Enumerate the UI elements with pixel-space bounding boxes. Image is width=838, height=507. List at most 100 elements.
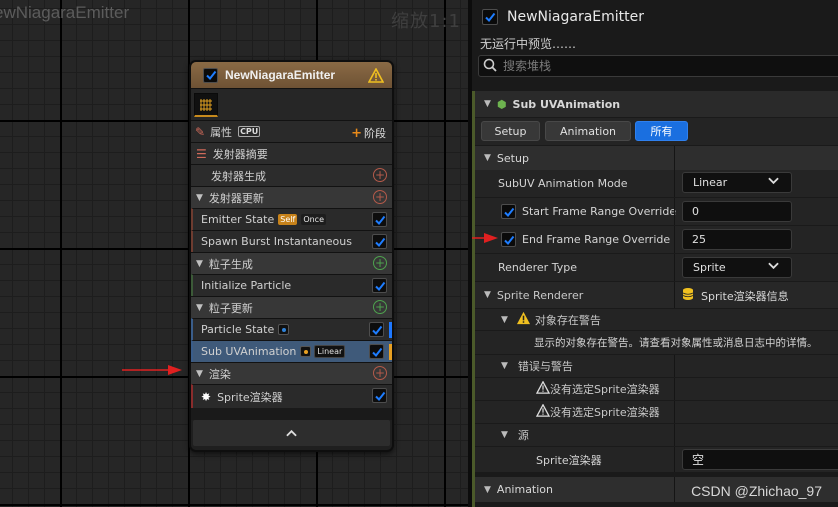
error-text: 没有选定Sprite渲染器 (550, 383, 660, 396)
emitter-state-checkbox[interactable] (372, 212, 387, 227)
stack-search-box[interactable] (478, 55, 838, 77)
end-override-input[interactable]: 25 (682, 229, 792, 250)
end-override-checkbox[interactable] (501, 232, 516, 247)
warning-icon[interactable] (368, 67, 384, 83)
details-title: NewNiagaraEmitter (507, 9, 644, 25)
spawn-burst-checkbox[interactable] (372, 234, 387, 249)
subuv-mode-row: SubUV Animation Mode Linear (475, 170, 838, 197)
sub-uv-checkbox[interactable] (369, 344, 384, 359)
particle-update-section[interactable]: ▼ 粒子更新 + (191, 296, 392, 318)
emitter-node[interactable]: NewNiagaraEmitter ✎ 属性 CPU + 阶段 ☰ 发射器摘要 发… (189, 60, 394, 452)
list-icon: ☰ (196, 146, 207, 161)
emitter-state-label: Emitter State (201, 213, 275, 226)
emitter-spawn-row[interactable]: 发射器生成 + (191, 164, 392, 186)
emitter-state-module[interactable]: Emitter State Self Once (191, 208, 392, 230)
warning-icon (516, 311, 531, 328)
particle-update-label: 粒子更新 (208, 301, 253, 315)
renderer-type-label: Renderer Type (498, 261, 577, 274)
sprite-source-label: Sprite渲染器 (536, 453, 602, 467)
start-override-input[interactable]: 0 (682, 201, 792, 222)
object-warning-row[interactable]: ▼ 对象存在警告 (475, 309, 838, 330)
linear-tag: Linear (314, 345, 346, 358)
once-tag: Once (301, 214, 326, 225)
error-text: 没有选定Sprite渲染器 (550, 406, 660, 419)
module-icon: ⬢ (496, 97, 507, 111)
red-arrow-icon (472, 233, 498, 243)
renderer-type-dropdown[interactable]: Sprite (682, 257, 792, 278)
watermark: CSDN @Zhichao_97 (691, 483, 822, 499)
tab-all[interactable]: 所有 (635, 121, 688, 141)
particle-state-checkbox[interactable] (369, 322, 384, 337)
sprite-renderer-row[interactable]: ▼ Sprite Renderer Sprite渲染器信息 (475, 282, 838, 308)
sprite-burst-icon: ✸ (201, 389, 212, 404)
renderer-type-value: Sprite (693, 261, 726, 274)
add-particle-update-icon[interactable]: + (373, 300, 387, 314)
start-override-checkbox[interactable] (501, 204, 516, 219)
search-input[interactable] (503, 59, 803, 73)
self-tag: Self (278, 214, 298, 225)
attributes-row[interactable]: ✎ 属性 CPU + 阶段 (191, 120, 392, 142)
collapse-arrow-icon[interactable]: ▼ (501, 315, 508, 325)
collapse-arrow-icon[interactable]: ▼ (484, 290, 491, 300)
collapse-arrow-icon[interactable]: ▼ (484, 153, 491, 163)
renderer-type-row: Renderer Type Sprite (475, 254, 838, 281)
collapse-arrow-icon[interactable]: ▼ (196, 193, 203, 203)
particle-state-module[interactable]: Particle State (191, 318, 392, 340)
sprite-renderer-checkbox[interactable] (372, 388, 387, 403)
subuv-mode-label: SubUV Animation Mode (498, 177, 628, 190)
add-particle-spawn-icon[interactable]: + (373, 256, 387, 270)
particle-spawn-section[interactable]: ▼ 粒子生成 + (191, 252, 392, 274)
database-icon (682, 287, 694, 304)
end-override-label: End Frame Range Override (522, 233, 671, 246)
end-override-row: End Frame Range Override 25 (475, 226, 838, 253)
object-warning-label: 对象存在警告 (534, 313, 601, 327)
setup-category[interactable]: ▼ Setup (475, 146, 838, 170)
start-override-label: Start Frame Range Override (522, 205, 677, 218)
cpu-badge: CPU (238, 126, 261, 137)
node-footer (191, 420, 392, 450)
errors-warnings-row[interactable]: ▼ 错误与警告 (475, 355, 838, 377)
emitter-thumbnail[interactable] (194, 93, 218, 117)
node-thumbnail-row (191, 88, 392, 120)
emitter-summary-row[interactable]: ☰ 发射器摘要 (191, 142, 392, 164)
subuv-mode-value: Linear (693, 176, 728, 189)
tab-setup[interactable]: Setup (481, 121, 540, 141)
emitter-enable-checkbox[interactable] (203, 67, 218, 83)
subuv-mode-dropdown[interactable]: Linear (682, 172, 792, 193)
plus-icon: + (351, 126, 362, 141)
details-panel: NewNiagaraEmitter 无运行中预览…… ▼ ⬢ Sub UVAni… (472, 0, 838, 507)
sprite-source-field[interactable]: 空 (682, 449, 838, 470)
add-stage-button[interactable]: + 阶段 (351, 125, 386, 141)
collapse-node-button[interactable] (193, 420, 390, 446)
add-emitter-spawn-icon[interactable]: + (373, 168, 387, 182)
initialize-particle-module[interactable]: Initialize Particle (191, 274, 392, 296)
add-emitter-update-icon[interactable]: + (373, 190, 387, 204)
initialize-particle-checkbox[interactable] (372, 278, 387, 293)
emitter-summary-label: 发射器摘要 (212, 147, 268, 161)
module-header[interactable]: ▼ ⬢ Sub UVAnimation (475, 91, 838, 117)
collapse-arrow-icon[interactable]: ▼ (196, 369, 203, 379)
details-enable-checkbox[interactable] (482, 9, 498, 25)
source-row[interactable]: ▼ 源 (475, 424, 838, 446)
tab-animation[interactable]: Animation (545, 121, 631, 141)
sprite-renderer-info: Sprite渲染器信息 (701, 289, 789, 303)
collapse-arrow-icon[interactable]: ▼ (196, 303, 203, 313)
object-warning-text-row: 显示的对象存在警告。请查看对象属性或消息日志中的详情。 (475, 331, 838, 354)
sub-uv-animation-module[interactable]: Sub UVAnimation Linear (191, 340, 392, 362)
zoom-level: 缩放1:1 (391, 11, 461, 32)
node-header[interactable]: NewNiagaraEmitter (191, 62, 392, 88)
particle-state-highlight-bar (389, 322, 392, 338)
emitter-update-section[interactable]: ▼ 发射器更新 + (191, 186, 392, 208)
spawn-burst-module[interactable]: Spawn Burst Instantaneous (191, 230, 392, 252)
chevron-up-icon (286, 426, 297, 440)
collapse-arrow-icon[interactable]: ▼ (501, 361, 508, 371)
collapse-arrow-icon[interactable]: ▼ (501, 430, 508, 440)
graph-canvas[interactable]: ewNiagaraEmitter 缩放1:1 NewNiagaraEmitter… (0, 0, 468, 507)
animation-category-label: Animation (496, 483, 554, 496)
add-renderer-icon[interactable]: + (373, 366, 387, 380)
collapse-arrow-icon[interactable]: ▼ (484, 485, 491, 495)
collapse-arrow-icon[interactable]: ▼ (196, 259, 203, 269)
render-section[interactable]: ▼ 渲染 + (191, 362, 392, 384)
collapse-arrow-icon[interactable]: ▼ (484, 99, 491, 109)
sprite-renderer-module[interactable]: ✸ Sprite渲染器 (191, 384, 392, 408)
